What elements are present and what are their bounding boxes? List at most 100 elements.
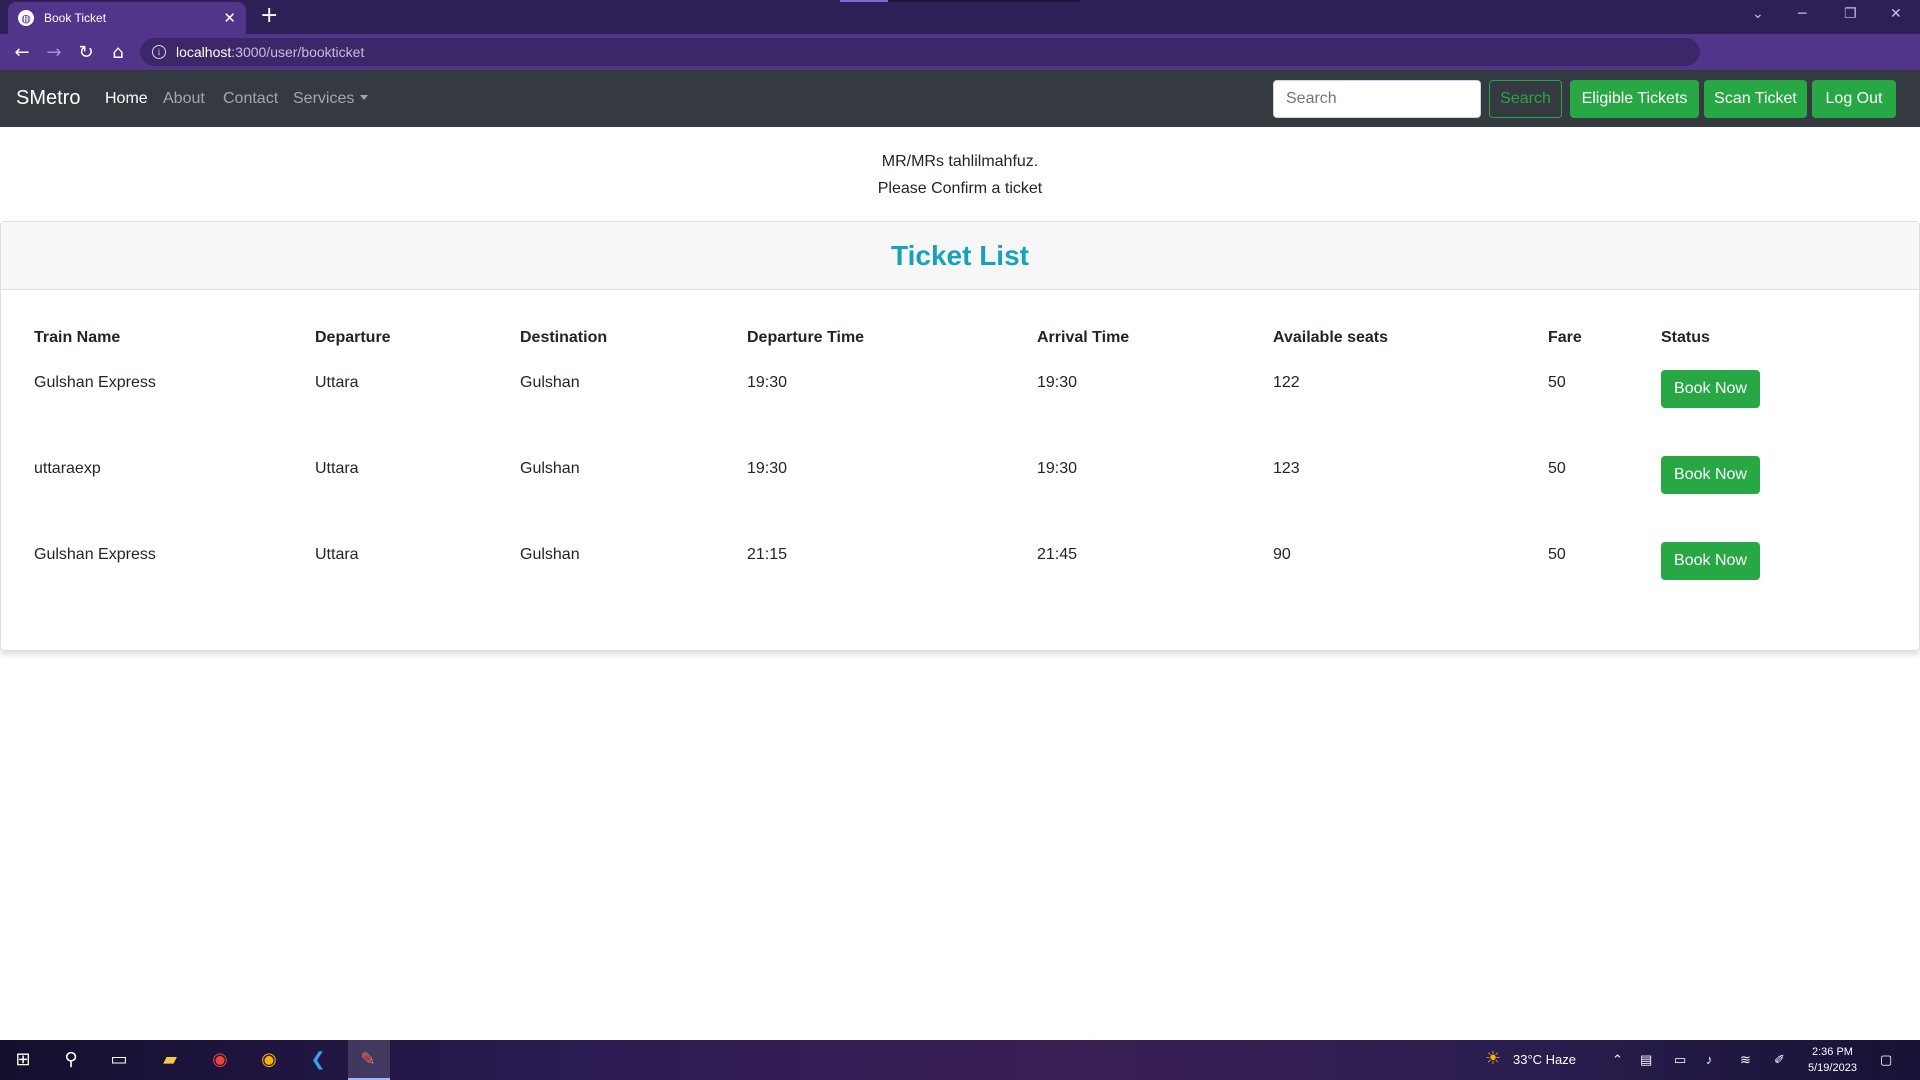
ticket-table: Train Name Departure Destination Departu…: [18, 318, 1845, 616]
notifications-icon[interactable]: ▢: [1880, 1052, 1892, 1068]
os-taskbar: ⊞ ⚲ ▭ ▰ ◉ ◉ ❮ ✎ ☀ 33°C Haze ⌃ ▤ ▭ ♪ ≋ ✐ …: [0, 1040, 1920, 1080]
cell-status: Book Now: [1645, 358, 1845, 444]
ticket-list-title: Ticket List: [891, 239, 1029, 271]
cell-destination: Gulshan: [520, 460, 580, 477]
col-fare: Fare: [1548, 329, 1582, 346]
col-destination: Destination: [520, 329, 608, 346]
url-text: localhost:3000/user/bookticket: [176, 44, 364, 60]
tray-app-icon[interactable]: ▤: [1640, 1052, 1652, 1068]
cell-departure: Uttara: [315, 460, 359, 477]
cell-departure-time: 21:15: [747, 546, 788, 563]
cell-departure-time: 19:30: [747, 374, 788, 391]
back-icon[interactable]: ←: [6, 42, 38, 63]
address-bar[interactable]: i localhost:3000/user/bookticket: [140, 38, 1700, 66]
brand-logo[interactable]: SMetro: [16, 87, 80, 110]
book-now-button[interactable]: Book Now: [1661, 456, 1760, 494]
nav-home[interactable]: Home: [105, 90, 148, 108]
window-drag-indicator: [840, 0, 1080, 2]
book-now-button[interactable]: Book Now: [1661, 542, 1760, 580]
cell-train: Gulshan Express: [34, 546, 156, 563]
cell-fare: 50: [1548, 546, 1566, 563]
caret-down-icon: [360, 95, 369, 100]
task-view-icon[interactable]: ▭: [109, 1050, 129, 1070]
search-input[interactable]: [1273, 80, 1481, 118]
forward-icon[interactable]: →: [38, 42, 70, 63]
chrome-alt-icon[interactable]: ◉: [259, 1050, 279, 1070]
cell-departure-time: 19:30: [747, 460, 788, 477]
tab-search-icon[interactable]: ⌄: [1752, 6, 1764, 22]
url-host: localhost: [176, 44, 232, 60]
wifi-icon[interactable]: ≋: [1740, 1052, 1751, 1068]
cell-status: Book Now: [1645, 444, 1845, 530]
browser-tab[interactable]: ◍ Book Ticket ✕: [8, 2, 246, 34]
col-status: Status: [1661, 329, 1710, 346]
close-tab-icon[interactable]: ✕: [223, 9, 236, 27]
greeting-user: MR/MRs tahlilmahfuz.: [881, 153, 1039, 170]
cell-seats: 122: [1273, 374, 1300, 391]
globe-icon: ◍: [18, 10, 34, 26]
battery-icon[interactable]: ▭: [1674, 1052, 1686, 1068]
nav-about[interactable]: About: [163, 90, 205, 108]
weather-text[interactable]: 33°C Haze: [1513, 1052, 1576, 1067]
eligible-tickets-button[interactable]: Eligible Tickets: [1570, 80, 1699, 118]
tray-overflow-icon[interactable]: ⌃: [1612, 1052, 1623, 1068]
scan-ticket-button[interactable]: Scan Ticket: [1704, 80, 1807, 118]
search-button[interactable]: Search: [1489, 80, 1562, 118]
book-now-button[interactable]: Book Now: [1661, 370, 1760, 408]
site-info-icon[interactable]: i: [152, 45, 166, 59]
postman-icon[interactable]: ✎: [358, 1050, 378, 1070]
cell-destination: Gulshan: [520, 546, 580, 563]
chrome-icon[interactable]: ◉: [210, 1050, 230, 1070]
cell-departure: Uttara: [315, 374, 359, 391]
cell-fare: 50: [1548, 460, 1566, 477]
cell-train: uttaraexp: [34, 460, 101, 477]
cell-arrival-time: 19:30: [1037, 374, 1078, 391]
log-out-button[interactable]: Log Out: [1812, 80, 1896, 118]
col-train-name: Train Name: [34, 329, 121, 346]
clock-date: 5/19/2023: [1808, 1062, 1857, 1074]
card-header: Ticket List: [1, 222, 1919, 290]
table-row: uttaraexp Uttara Gulshan 19:30 19:30 123…: [18, 444, 1845, 530]
file-explorer-icon[interactable]: ▰: [160, 1050, 180, 1070]
restore-icon[interactable]: ❐: [1844, 6, 1857, 22]
home-icon[interactable]: ⌂: [102, 42, 134, 63]
minimize-icon[interactable]: ─: [1798, 6, 1806, 22]
table-header-row: Train Name Departure Destination Departu…: [18, 318, 1845, 358]
cell-departure: Uttara: [315, 546, 359, 563]
volume-icon[interactable]: ♪: [1706, 1052, 1713, 1067]
cell-fare: 50: [1548, 374, 1566, 391]
table-row: Gulshan Express Uttara Gulshan 19:30 19:…: [18, 358, 1845, 444]
col-available-seats: Available seats: [1273, 329, 1389, 346]
browser-toolbar: ← → ↻ ⌂ i localhost:3000/user/bookticket…: [0, 34, 1920, 96]
weather-icon[interactable]: ☀: [1483, 1049, 1503, 1069]
url-path: :3000/user/bookticket: [231, 44, 365, 60]
browser-tabstrip: ◍ Book Ticket ✕ + ⌄ ─ ❐ ✕: [0, 0, 1920, 34]
search-icon[interactable]: ⚲: [61, 1050, 81, 1070]
nav-services-dropdown[interactable]: Services: [293, 90, 369, 108]
close-window-icon[interactable]: ✕: [1890, 6, 1902, 22]
clock-time: 2:36 PM: [1811, 1046, 1853, 1058]
greeting-instruction: Please Confirm a ticket: [877, 180, 1043, 197]
cell-destination: Gulshan: [520, 374, 580, 391]
pen-icon[interactable]: ✐: [1774, 1052, 1785, 1068]
cell-train: Gulshan Express: [34, 374, 156, 391]
new-tab-icon[interactable]: +: [260, 4, 278, 28]
cell-arrival-time: 21:45: [1037, 546, 1078, 563]
vscode-icon[interactable]: ❮: [308, 1050, 328, 1070]
col-departure: Departure: [315, 329, 391, 346]
cell-arrival-time: 19:30: [1037, 460, 1078, 477]
greeting: MR/MRs tahlilmahfuz. Please Confirm a ti…: [0, 148, 1920, 202]
reload-icon[interactable]: ↻: [70, 42, 102, 63]
cell-seats: 123: [1273, 460, 1300, 477]
nav-contact[interactable]: Contact: [223, 90, 278, 108]
ticket-list-card: Ticket List Train Name Departure Destina…: [0, 221, 1920, 651]
cell-seats: 90: [1273, 546, 1291, 563]
system-clock[interactable]: 2:36 PM 5/19/2023: [1808, 1044, 1857, 1076]
tab-title: Book Ticket: [44, 11, 107, 25]
cell-status: Book Now: [1645, 530, 1845, 616]
windows-start-icon[interactable]: ⊞: [13, 1050, 33, 1070]
nav-services-label: Services: [293, 90, 355, 107]
table-row: Gulshan Express Uttara Gulshan 21:15 21:…: [18, 530, 1845, 616]
col-departure-time: Departure Time: [747, 329, 865, 346]
col-arrival-time: Arrival Time: [1037, 329, 1130, 346]
